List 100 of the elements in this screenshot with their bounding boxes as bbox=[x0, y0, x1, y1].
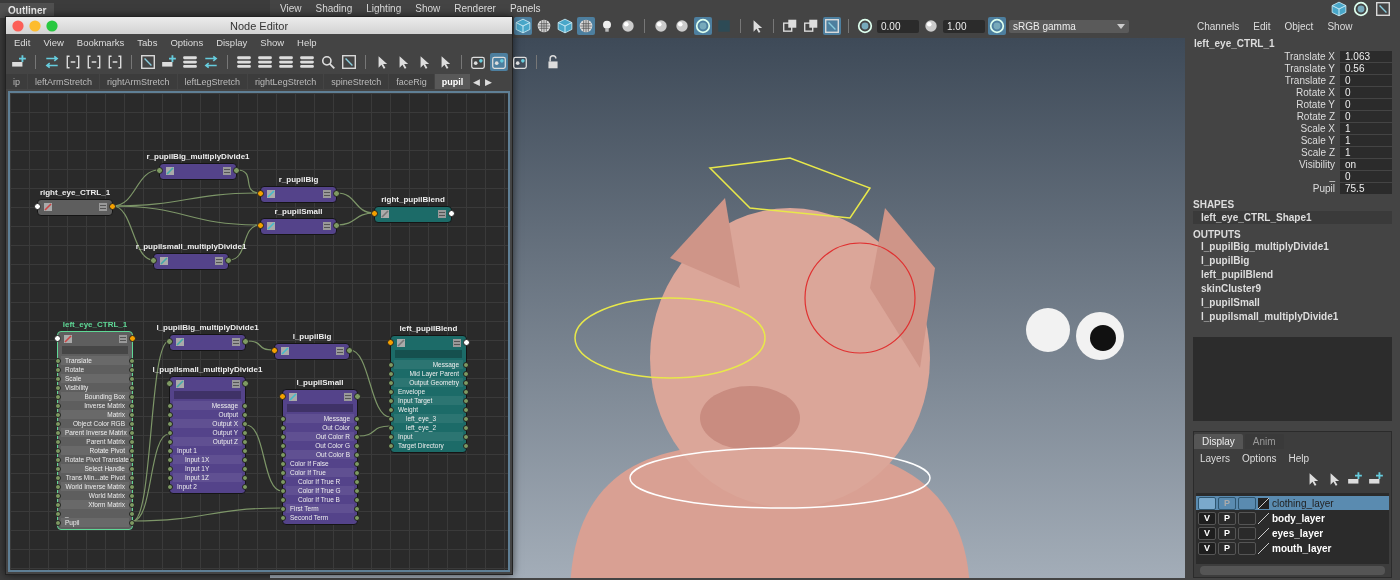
menu-icon[interactable] bbox=[344, 392, 352, 401]
channel-value-field[interactable]: 75.5 bbox=[1340, 183, 1392, 195]
channel-value-field[interactable]: 1.063 bbox=[1340, 51, 1392, 63]
graph-node[interactable] bbox=[153, 253, 229, 270]
graph-node[interactable] bbox=[159, 163, 237, 180]
sphere-icon[interactable] bbox=[922, 17, 940, 35]
filter-field[interactable] bbox=[395, 350, 462, 358]
input-port[interactable] bbox=[257, 222, 264, 229]
visibility-toggle[interactable]: V bbox=[1198, 511, 1216, 525]
channel-value-field[interactable]: 1 bbox=[1340, 135, 1392, 147]
visibility-toggle[interactable]: V bbox=[1198, 541, 1216, 555]
sphere-icon[interactable] bbox=[619, 17, 637, 35]
ring-icon[interactable] bbox=[856, 17, 874, 35]
filter-field[interactable] bbox=[287, 404, 353, 412]
playback-toggle[interactable]: P bbox=[1218, 511, 1236, 525]
sphere-icon[interactable] bbox=[673, 17, 691, 35]
tab[interactable]: Display bbox=[1194, 434, 1243, 450]
visibility-toggle[interactable] bbox=[1198, 496, 1216, 510]
layer-color-icon[interactable] bbox=[1258, 512, 1269, 524]
bars-icon[interactable] bbox=[181, 53, 199, 71]
output-item[interactable]: left_pupilBlend bbox=[1193, 269, 1392, 282]
input-port[interactable] bbox=[150, 257, 157, 264]
graph-node[interactable] bbox=[169, 334, 246, 351]
menu-item[interactable]: View bbox=[280, 2, 302, 14]
layer-row[interactable]: V P body_layer bbox=[1196, 511, 1389, 526]
visibility-toggle[interactable]: V bbox=[1198, 526, 1216, 540]
layer-row[interactable]: P clothing_layer bbox=[1196, 496, 1389, 511]
windows-icon[interactable] bbox=[781, 17, 799, 35]
input-port[interactable] bbox=[387, 339, 394, 346]
menu-item[interactable]: Lighting bbox=[366, 2, 402, 14]
playback-toggle[interactable]: P bbox=[1218, 526, 1236, 540]
scroll-arrow[interactable]: ▶ bbox=[483, 74, 495, 89]
layer-row[interactable]: V P mouth_layer bbox=[1196, 541, 1389, 556]
menu-icon[interactable] bbox=[232, 379, 240, 388]
menu-item[interactable]: Options bbox=[1242, 453, 1277, 465]
bars-icon[interactable] bbox=[235, 53, 253, 71]
cube-icon[interactable] bbox=[556, 17, 574, 35]
menu-item[interactable]: Channels bbox=[1197, 20, 1240, 32]
input-port[interactable] bbox=[279, 393, 286, 400]
ring-icon[interactable] bbox=[694, 17, 712, 35]
frame-icon[interactable] bbox=[823, 17, 841, 35]
menu-item[interactable]: Show bbox=[415, 2, 441, 14]
channel-value-field[interactable]: 0 bbox=[1340, 171, 1392, 183]
graph-node[interactable] bbox=[260, 186, 337, 203]
ring-icon[interactable] bbox=[988, 17, 1006, 35]
shape-item[interactable]: left_eye_CTRL_Shape1 bbox=[1193, 211, 1392, 225]
layer-color-icon[interactable] bbox=[1258, 527, 1269, 539]
tab[interactable]: rightArmStretch bbox=[100, 74, 177, 89]
grid-sphere-icon[interactable] bbox=[535, 17, 553, 35]
menu-icon[interactable] bbox=[323, 221, 331, 230]
playback-toggle[interactable]: P bbox=[1218, 541, 1236, 555]
swap-arrows-icon[interactable] bbox=[43, 53, 61, 71]
channel-value-field[interactable]: 0 bbox=[1340, 99, 1392, 111]
channel-value-field[interactable]: 1 bbox=[1340, 123, 1392, 135]
input-port[interactable] bbox=[54, 335, 61, 342]
layer-color-icon[interactable] bbox=[1258, 497, 1269, 509]
ring-icon[interactable] bbox=[1352, 0, 1370, 18]
reference-toggle[interactable] bbox=[1238, 526, 1256, 540]
sphere-icon[interactable] bbox=[652, 17, 670, 35]
tab[interactable]: spineStretch bbox=[324, 74, 389, 89]
graph-node[interactable] bbox=[260, 218, 337, 235]
output-item[interactable]: l_pupilBig_multiplyDivide1 bbox=[1193, 241, 1392, 254]
menu-icon[interactable] bbox=[336, 346, 344, 355]
color-space-dropdown[interactable]: sRGB gamma bbox=[1009, 19, 1129, 33]
channel-value-field[interactable]: 1 bbox=[1340, 147, 1392, 159]
output-port[interactable] bbox=[109, 203, 116, 210]
graph-node[interactable] bbox=[274, 343, 350, 360]
input-port[interactable] bbox=[166, 380, 173, 387]
bracket-icon[interactable] bbox=[85, 53, 103, 71]
input-port[interactable] bbox=[156, 167, 163, 174]
menu-icon[interactable] bbox=[232, 337, 240, 346]
output-port[interactable] bbox=[463, 339, 470, 346]
graph-node[interactable] bbox=[37, 199, 113, 216]
filter-field[interactable] bbox=[174, 391, 241, 399]
node-graph-icon[interactable] bbox=[490, 53, 508, 71]
exposure-field[interactable]: 0.00 bbox=[877, 19, 919, 33]
menu-icon[interactable] bbox=[215, 256, 223, 265]
input-port[interactable] bbox=[34, 203, 41, 210]
bracket-icon[interactable] bbox=[64, 53, 82, 71]
layer-row[interactable]: V P eyes_layer bbox=[1196, 526, 1389, 541]
tab[interactable]: leftLegStretch bbox=[177, 74, 248, 89]
menu-item[interactable]: Edit bbox=[14, 36, 31, 48]
output-item[interactable]: l_pupilBig bbox=[1193, 255, 1392, 268]
input-port[interactable] bbox=[257, 190, 264, 197]
grid-sphere-icon[interactable] bbox=[577, 17, 595, 35]
output-port[interactable] bbox=[448, 210, 455, 217]
frame-icon[interactable] bbox=[1374, 0, 1392, 18]
menu-item[interactable]: Bookmarks bbox=[76, 36, 125, 48]
output-item[interactable]: skinCluster9 bbox=[1193, 283, 1392, 296]
bars-icon[interactable] bbox=[256, 53, 274, 71]
input-port[interactable] bbox=[166, 338, 173, 345]
menu-item[interactable]: Layers bbox=[1200, 453, 1230, 465]
scroll-arrow[interactable]: ◀ bbox=[471, 74, 483, 89]
reference-toggle[interactable] bbox=[1238, 496, 1256, 510]
menu-item[interactable]: View bbox=[43, 36, 64, 48]
frame-icon[interactable] bbox=[139, 53, 157, 71]
bracket-icon[interactable] bbox=[106, 53, 124, 71]
menu-item[interactable]: Help bbox=[1288, 453, 1310, 465]
menu-icon[interactable] bbox=[223, 166, 231, 175]
tab[interactable]: faceRig bbox=[389, 74, 434, 89]
